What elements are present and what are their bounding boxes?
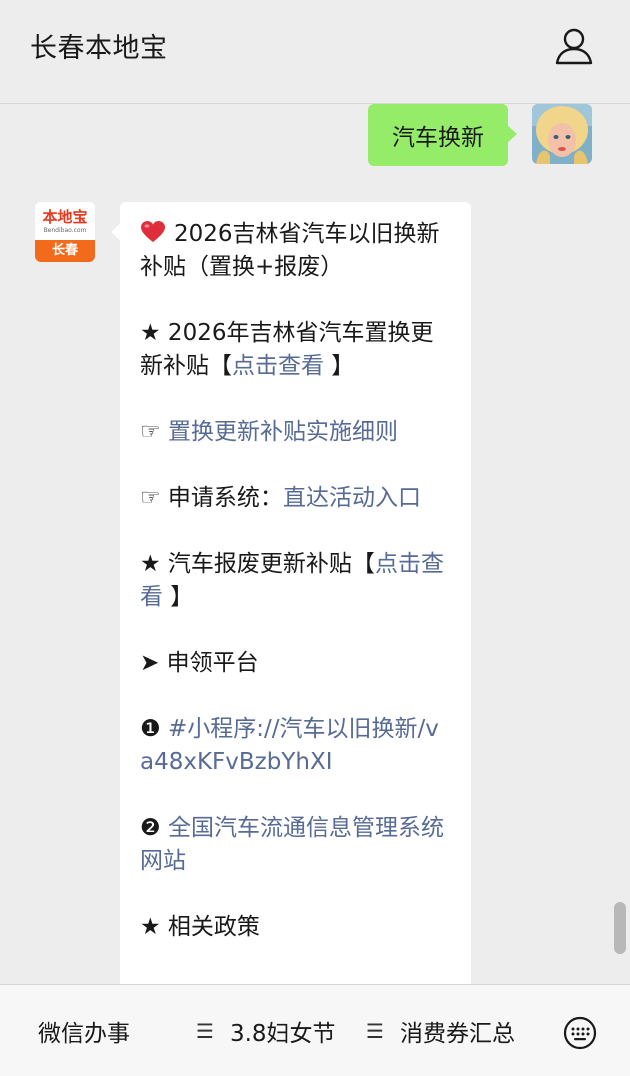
mini-program-line: ❶ #小程序://汽车以旧换新/va48xKFvBzbYhXI xyxy=(140,713,451,779)
scrappage-subsidy-bracket: 】 xyxy=(163,584,194,610)
logo-url-text: Bendibao.com xyxy=(43,227,87,234)
number-two-glyph: ❷ xyxy=(140,815,168,841)
message-list[interactable]: 汽车换新 本地宝 Bendibao.com 长春 2026吉林省汽车以旧换新补贴… xyxy=(0,104,630,984)
user-message-bubble[interactable]: 汽车换新 xyxy=(368,104,517,166)
bottom-menu-bar: 微信办事 ☰ 3.8妇女节 ☰ 消费券汇总 xyxy=(0,984,630,1076)
keyboard-icon[interactable] xyxy=(560,1013,600,1053)
related-policies-heading: ★ 相关政策 xyxy=(140,914,260,940)
chat-window: 长春本地宝 汽车换新 本地宝 Bendibao.com 长春 2026吉林省汽车… xyxy=(0,0,630,1076)
implementation-rules-line: ☞ 置换更新补贴实施细则 xyxy=(140,416,451,449)
menu-item-label: 消费券汇总 xyxy=(399,1021,515,1047)
user-avatar[interactable] xyxy=(532,104,592,164)
scrappage-subsidy-text: ★ 汽车报废更新补贴【 xyxy=(140,551,375,577)
national-system-link[interactable]: 全国汽车流通信息管理系统网站 xyxy=(140,815,444,874)
heart-icon xyxy=(140,220,166,244)
menu-item-wechat-services[interactable]: 微信办事 xyxy=(38,985,130,1076)
message-title-line: 2026吉林省汽车以旧换新补贴（置换+报废） xyxy=(140,218,451,284)
scrollbar-thumb[interactable] xyxy=(614,902,626,954)
menu-list-icon: ☰ xyxy=(366,1019,384,1043)
application-system-text: ☞ 申请系统： xyxy=(140,485,283,511)
user-message-text: 汽车换新 xyxy=(392,125,484,151)
bot-message-bubble: 2026吉林省汽车以旧换新补贴（置换+报废） ★ 2026年吉林省汽车置换更新补… xyxy=(111,202,471,984)
page-title: 长春本地宝 xyxy=(30,33,168,64)
mini-program-link[interactable]: #小程序://汽车以旧换新/va48xKFvBzbYhXI xyxy=(140,716,439,775)
menu-item-womens-day[interactable]: ☰ 3.8妇女节 xyxy=(196,985,336,1076)
replacement-subsidy-link[interactable]: 点击查看 xyxy=(232,353,324,379)
logo-city-text: 长春 xyxy=(35,240,95,262)
menu-list-icon: ☰ xyxy=(196,1019,214,1043)
activity-entry-link[interactable]: 直达活动入口 xyxy=(283,485,421,511)
header-bar: 长春本地宝 xyxy=(0,0,630,104)
application-system-line: ☞ 申请系统：直达活动入口 xyxy=(140,482,451,515)
replacement-subsidy-line: ★ 2026年吉林省汽车置换更新补贴【点击查看 】 xyxy=(140,317,451,383)
logo-brand-text: 本地宝 xyxy=(42,208,88,226)
number-one-glyph: ❶ xyxy=(140,716,168,742)
menu-item-label: 微信办事 xyxy=(38,1021,130,1047)
menu-item-label: 3.8妇女节 xyxy=(229,1021,336,1047)
user-profile-icon[interactable] xyxy=(552,24,596,68)
message-title-text: 2026吉林省汽车以旧换新补贴（置换+报废） xyxy=(140,221,440,280)
implementation-rules-link[interactable]: 置换更新补贴实施细则 xyxy=(168,419,398,445)
national-system-line: ❷ 全国汽车流通信息管理系统网站 xyxy=(140,812,451,878)
menu-item-coupon-summary[interactable]: ☰ 消费券汇总 xyxy=(366,985,515,1076)
bot-avatar[interactable]: 本地宝 Bendibao.com 长春 xyxy=(35,202,95,262)
claim-platform-heading: ➤ 申领平台 xyxy=(140,650,259,676)
scrappage-subsidy-line: ★ 汽车报废更新补贴【点击查看 】 xyxy=(140,548,451,614)
replacement-subsidy-bracket: 】 xyxy=(324,353,355,379)
pointing-hand-glyph: ☞ xyxy=(140,419,168,445)
